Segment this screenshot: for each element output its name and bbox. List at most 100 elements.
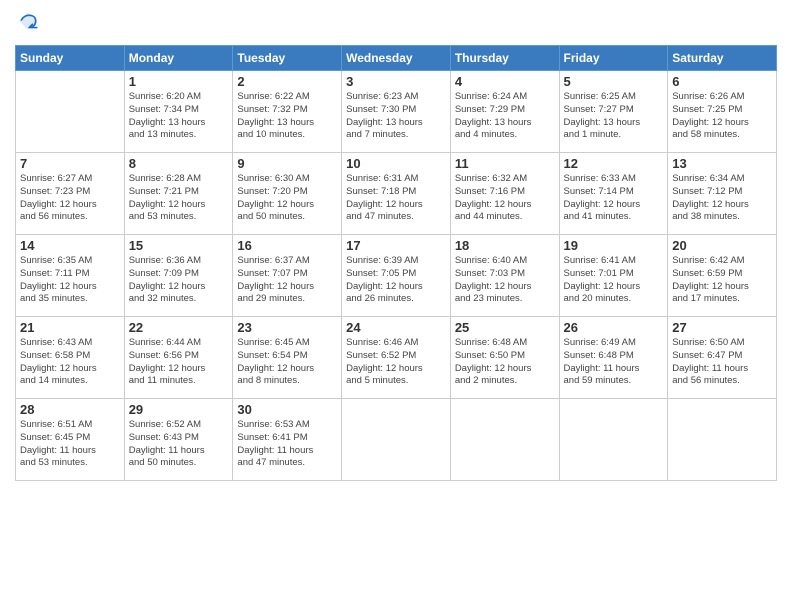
calendar-cell (559, 399, 668, 481)
weekday-header: Saturday (668, 46, 777, 71)
day-number: 21 (20, 320, 120, 335)
day-number: 24 (346, 320, 446, 335)
day-info: Sunrise: 6:24 AM Sunset: 7:29 PM Dayligh… (455, 91, 555, 142)
calendar-cell: 28 Sunrise: 6:51 AM Sunset: 6:45 PM Dayli… (16, 399, 125, 481)
calendar-week-row: 1 Sunrise: 6:20 AM Sunset: 7:34 PM Daylig… (16, 71, 777, 153)
weekday-header: Sunday (16, 46, 125, 71)
day-info: Sunrise: 6:31 AM Sunset: 7:18 PM Dayligh… (346, 173, 446, 224)
day-info: Sunrise: 6:51 AM Sunset: 6:45 PM Dayligh… (20, 419, 120, 470)
calendar-cell: 19 Sunrise: 6:41 AM Sunset: 7:01 PM Dayli… (559, 235, 668, 317)
day-info: Sunrise: 6:46 AM Sunset: 6:52 PM Dayligh… (346, 337, 446, 388)
weekday-header: Wednesday (342, 46, 451, 71)
day-number: 12 (564, 156, 664, 171)
calendar-week-row: 7 Sunrise: 6:27 AM Sunset: 7:23 PM Daylig… (16, 153, 777, 235)
day-number: 16 (237, 238, 337, 253)
calendar-week-row: 21 Sunrise: 6:43 AM Sunset: 6:58 PM Dayli… (16, 317, 777, 399)
day-number: 5 (564, 74, 664, 89)
calendar-cell: 30 Sunrise: 6:53 AM Sunset: 6:41 PM Dayli… (233, 399, 342, 481)
calendar-cell: 4Sunrise: 6:24 AM Sunset: 7:29 PM Daylig… (450, 71, 559, 153)
day-number: 14 (20, 238, 120, 253)
day-number: 2 (237, 74, 337, 89)
day-info: Sunrise: 6:32 AM Sunset: 7:16 PM Dayligh… (455, 173, 555, 224)
calendar-cell: 3 Sunrise: 6:23 AM Sunset: 7:30 PM Daylig… (342, 71, 451, 153)
calendar-week-row: 28 Sunrise: 6:51 AM Sunset: 6:45 PM Dayli… (16, 399, 777, 481)
day-number: 27 (672, 320, 772, 335)
day-info: Sunrise: 6:34 AM Sunset: 7:12 PM Dayligh… (672, 173, 772, 224)
calendar-cell: 9Sunrise: 6:30 AM Sunset: 7:20 PM Daylig… (233, 153, 342, 235)
day-number: 23 (237, 320, 337, 335)
day-info: Sunrise: 6:49 AM Sunset: 6:48 PM Dayligh… (564, 337, 664, 388)
calendar-cell: 13 Sunrise: 6:34 AM Sunset: 7:12 PM Dayli… (668, 153, 777, 235)
day-number: 7 (20, 156, 120, 171)
day-info: Sunrise: 6:53 AM Sunset: 6:41 PM Dayligh… (237, 419, 337, 470)
day-number: 17 (346, 238, 446, 253)
calendar-cell: 15Sunrise: 6:36 AM Sunset: 7:09 PM Dayli… (124, 235, 233, 317)
day-info: Sunrise: 6:20 AM Sunset: 7:34 PM Dayligh… (129, 91, 229, 142)
calendar-cell: 18Sunrise: 6:40 AM Sunset: 7:03 PM Dayli… (450, 235, 559, 317)
calendar-cell (342, 399, 451, 481)
day-info: Sunrise: 6:27 AM Sunset: 7:23 PM Dayligh… (20, 173, 120, 224)
calendar-cell: 2 Sunrise: 6:22 AM Sunset: 7:32 PM Daylig… (233, 71, 342, 153)
day-info: Sunrise: 6:40 AM Sunset: 7:03 PM Dayligh… (455, 255, 555, 306)
day-info: Sunrise: 6:52 AM Sunset: 6:43 PM Dayligh… (129, 419, 229, 470)
calendar-table: SundayMondayTuesdayWednesdayThursdayFrid… (15, 45, 777, 481)
calendar-week-row: 14 Sunrise: 6:35 AM Sunset: 7:11 PM Dayli… (16, 235, 777, 317)
calendar-cell: 21 Sunrise: 6:43 AM Sunset: 6:58 PM Dayli… (16, 317, 125, 399)
calendar-cell: 27 Sunrise: 6:50 AM Sunset: 6:47 PM Dayli… (668, 317, 777, 399)
day-number: 19 (564, 238, 664, 253)
day-number: 22 (129, 320, 229, 335)
logo (15, 10, 39, 37)
calendar-cell (16, 71, 125, 153)
day-number: 20 (672, 238, 772, 253)
calendar-cell: 22 Sunrise: 6:44 AM Sunset: 6:56 PM Dayli… (124, 317, 233, 399)
calendar-cell: 8Sunrise: 6:28 AM Sunset: 7:21 PM Daylig… (124, 153, 233, 235)
calendar-cell (450, 399, 559, 481)
calendar-cell: 24 Sunrise: 6:46 AM Sunset: 6:52 PM Dayli… (342, 317, 451, 399)
day-info: Sunrise: 6:35 AM Sunset: 7:11 PM Dayligh… (20, 255, 120, 306)
day-info: Sunrise: 6:37 AM Sunset: 7:07 PM Dayligh… (237, 255, 337, 306)
weekday-header: Tuesday (233, 46, 342, 71)
calendar-cell: 6Sunrise: 6:26 AM Sunset: 7:25 PM Daylig… (668, 71, 777, 153)
calendar-cell: 10 Sunrise: 6:31 AM Sunset: 7:18 PM Dayli… (342, 153, 451, 235)
day-number: 1 (129, 74, 229, 89)
day-info: Sunrise: 6:48 AM Sunset: 6:50 PM Dayligh… (455, 337, 555, 388)
calendar-cell: 5 Sunrise: 6:25 AM Sunset: 7:27 PM Daylig… (559, 71, 668, 153)
day-info: Sunrise: 6:43 AM Sunset: 6:58 PM Dayligh… (20, 337, 120, 388)
calendar-header-row: SundayMondayTuesdayWednesdayThursdayFrid… (16, 46, 777, 71)
day-number: 13 (672, 156, 772, 171)
day-number: 10 (346, 156, 446, 171)
calendar-cell: 16 Sunrise: 6:37 AM Sunset: 7:07 PM Dayli… (233, 235, 342, 317)
day-info: Sunrise: 6:23 AM Sunset: 7:30 PM Dayligh… (346, 91, 446, 142)
calendar-cell: 1 Sunrise: 6:20 AM Sunset: 7:34 PM Daylig… (124, 71, 233, 153)
page-container: SundayMondayTuesdayWednesdayThursdayFrid… (0, 0, 792, 612)
day-number: 3 (346, 74, 446, 89)
day-number: 8 (129, 156, 229, 171)
calendar-cell: 14 Sunrise: 6:35 AM Sunset: 7:11 PM Dayli… (16, 235, 125, 317)
calendar-cell (668, 399, 777, 481)
day-info: Sunrise: 6:25 AM Sunset: 7:27 PM Dayligh… (564, 91, 664, 142)
day-number: 25 (455, 320, 555, 335)
calendar-cell: 12 Sunrise: 6:33 AM Sunset: 7:14 PM Dayli… (559, 153, 668, 235)
day-info: Sunrise: 6:33 AM Sunset: 7:14 PM Dayligh… (564, 173, 664, 224)
weekday-header: Friday (559, 46, 668, 71)
calendar-cell: 25 Sunrise: 6:48 AM Sunset: 6:50 PM Dayli… (450, 317, 559, 399)
day-info: Sunrise: 6:44 AM Sunset: 6:56 PM Dayligh… (129, 337, 229, 388)
day-number: 26 (564, 320, 664, 335)
calendar-cell: 7 Sunrise: 6:27 AM Sunset: 7:23 PM Daylig… (16, 153, 125, 235)
day-info: Sunrise: 6:41 AM Sunset: 7:01 PM Dayligh… (564, 255, 664, 306)
day-info: Sunrise: 6:22 AM Sunset: 7:32 PM Dayligh… (237, 91, 337, 142)
day-info: Sunrise: 6:42 AM Sunset: 6:59 PM Dayligh… (672, 255, 772, 306)
calendar-cell: 17Sunrise: 6:39 AM Sunset: 7:05 PM Dayli… (342, 235, 451, 317)
day-number: 11 (455, 156, 555, 171)
day-number: 6 (672, 74, 772, 89)
weekday-header: Monday (124, 46, 233, 71)
day-info: Sunrise: 6:30 AM Sunset: 7:20 PM Dayligh… (237, 173, 337, 224)
header (15, 10, 777, 37)
day-number: 30 (237, 402, 337, 417)
day-info: Sunrise: 6:50 AM Sunset: 6:47 PM Dayligh… (672, 337, 772, 388)
day-number: 28 (20, 402, 120, 417)
calendar-cell: 29Sunrise: 6:52 AM Sunset: 6:43 PM Dayli… (124, 399, 233, 481)
calendar-cell: 26 Sunrise: 6:49 AM Sunset: 6:48 PM Dayli… (559, 317, 668, 399)
calendar-cell: 11 Sunrise: 6:32 AM Sunset: 7:16 PM Dayli… (450, 153, 559, 235)
logo-icon (17, 10, 39, 32)
